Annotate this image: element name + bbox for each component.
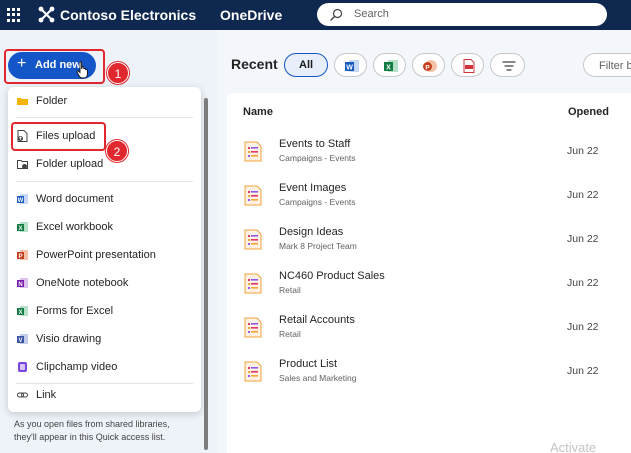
contoso-logo-icon	[38, 6, 55, 23]
file-opened-date: Jun 22	[567, 233, 599, 245]
svg-text:X: X	[386, 65, 391, 72]
recent-files-panel: Name Opened Events to Staff Campaigns - …	[227, 93, 631, 453]
list-document-icon	[244, 361, 262, 382]
page-title: Recent	[231, 56, 278, 72]
svg-text:V: V	[18, 338, 22, 344]
filter-icon	[502, 61, 516, 71]
svg-text:X: X	[18, 310, 22, 316]
file-name[interactable]: Product List	[279, 358, 337, 370]
list-document-icon	[244, 229, 262, 250]
filter-pdf-chip[interactable]	[451, 53, 484, 77]
app-launcher-icon[interactable]	[7, 8, 21, 22]
step2-highlight	[11, 122, 106, 151]
folder-icon	[17, 98, 28, 105]
clipchamp-icon	[18, 362, 27, 372]
list-document-icon	[244, 273, 262, 294]
list-document-icon	[244, 317, 262, 338]
left-pane-scrollbar[interactable]	[204, 98, 208, 450]
file-opened-date: Jun 22	[567, 145, 599, 157]
column-header-name[interactable]: Name	[243, 106, 273, 118]
svg-text:W: W	[18, 198, 24, 204]
file-name[interactable]: Design Ideas	[279, 226, 343, 238]
menu-item-word-document[interactable]: W Word document	[8, 187, 201, 211]
folder-upload-icon	[17, 160, 28, 169]
file-row[interactable]: Product List Sales and Marketing Jun 22	[227, 350, 631, 393]
powerpoint-icon: P	[423, 60, 437, 72]
pdf-icon	[463, 59, 475, 73]
search-icon	[330, 8, 343, 21]
file-name[interactable]: Retail Accounts	[279, 314, 355, 326]
step1-badge: 1	[107, 62, 129, 84]
svg-text:P: P	[425, 64, 430, 71]
onenote-icon: N	[17, 278, 28, 288]
org-name[interactable]: Contoso Electronics	[60, 7, 196, 23]
menu-divider	[16, 181, 193, 182]
file-location: Campaigns - Events	[279, 197, 356, 207]
menu-item-folder-upload[interactable]: Folder upload	[8, 152, 201, 176]
filter-by-name-input[interactable]: Filter b	[583, 53, 631, 77]
filter-options-chip[interactable]	[490, 53, 525, 77]
file-row[interactable]: Design Ideas Mark 8 Project Team Jun 22	[227, 218, 631, 261]
link-icon	[17, 392, 28, 398]
file-location: Campaigns - Events	[279, 153, 356, 163]
file-location: Mark 8 Project Team	[279, 241, 357, 251]
hand-cursor-icon	[76, 61, 88, 79]
excel-icon: X	[17, 222, 28, 232]
svg-text:N: N	[18, 282, 22, 288]
filter-word-chip[interactable]: W	[334, 53, 367, 77]
file-name[interactable]: NC460 Product Sales	[279, 270, 385, 282]
menu-item-excel-workbook[interactable]: X Excel workbook	[8, 215, 201, 239]
menu-item-folder[interactable]: Folder	[8, 89, 201, 113]
excel-icon: X	[384, 60, 398, 72]
list-document-icon	[244, 141, 262, 162]
file-opened-date: Jun 22	[567, 365, 599, 377]
search-placeholder: Search	[354, 8, 389, 20]
visio-icon: V	[17, 334, 28, 344]
file-location: Sales and Marketing	[279, 373, 357, 383]
word-icon: W	[17, 194, 28, 204]
menu-item-onenote-notebook[interactable]: N OneNote notebook	[8, 271, 201, 295]
top-bar: Contoso Electronics OneDrive Search	[0, 0, 631, 30]
step2-badge: 2	[106, 140, 128, 162]
activation-watermark: Activate	[550, 440, 597, 453]
file-opened-date: Jun 22	[567, 277, 599, 289]
file-row[interactable]: NC460 Product Sales Retail Jun 22	[227, 262, 631, 305]
powerpoint-icon: P	[17, 250, 28, 260]
file-name[interactable]: Event Images	[279, 182, 346, 194]
list-document-icon	[244, 185, 262, 206]
filter-all-chip[interactable]: All	[284, 53, 328, 77]
menu-item-link[interactable]: Link	[8, 383, 201, 407]
menu-item-powerpoint-presentation[interactable]: P PowerPoint presentation	[8, 243, 201, 267]
column-header-opened[interactable]: Opened	[568, 106, 609, 118]
svg-text:W: W	[346, 65, 353, 72]
file-location: Retail	[279, 285, 301, 295]
search-box[interactable]: Search	[317, 3, 607, 26]
menu-item-visio-drawing[interactable]: V Visio drawing	[8, 327, 201, 351]
file-row[interactable]: Events to Staff Campaigns - Events Jun 2…	[227, 130, 631, 173]
filter-powerpoint-chip[interactable]: P	[412, 53, 445, 77]
menu-item-clipchamp-video[interactable]: Clipchamp video	[8, 355, 201, 379]
menu-divider	[16, 117, 193, 118]
file-row[interactable]: Event Images Campaigns - Events Jun 22	[227, 174, 631, 217]
file-name[interactable]: Events to Staff	[279, 138, 350, 150]
forms-excel-icon: X	[17, 306, 28, 316]
file-opened-date: Jun 22	[567, 321, 599, 333]
svg-text:X: X	[18, 226, 22, 232]
filter-excel-chip[interactable]: X	[373, 53, 406, 77]
file-location: Retail	[279, 329, 301, 339]
file-opened-date: Jun 22	[567, 189, 599, 201]
word-icon: W	[345, 60, 359, 72]
app-title[interactable]: OneDrive	[220, 7, 282, 23]
file-row[interactable]: Retail Accounts Retail Jun 22	[227, 306, 631, 349]
menu-item-forms-for-excel[interactable]: X Forms for Excel	[8, 299, 201, 323]
svg-text:P: P	[18, 254, 22, 260]
quick-access-hint: As you open files from shared libraries,…	[14, 419, 170, 442]
